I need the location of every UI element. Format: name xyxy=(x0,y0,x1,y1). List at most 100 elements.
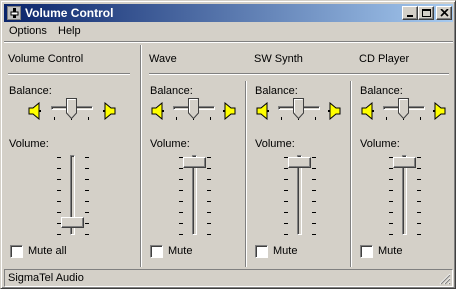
close-icon xyxy=(440,9,449,17)
mute-label[interactable]: Mute xyxy=(273,245,297,257)
window-title: Volume Control xyxy=(25,6,114,20)
volume-tick xyxy=(179,223,183,224)
volume-tick xyxy=(417,168,421,169)
minimize-button[interactable] xyxy=(402,6,418,20)
volume-thumb[interactable] xyxy=(288,157,311,168)
volume-tick xyxy=(85,201,89,202)
master-separator xyxy=(140,45,142,267)
volume-tick xyxy=(417,234,421,235)
volume-slider[interactable] xyxy=(282,155,318,235)
balance-slider[interactable] xyxy=(173,98,215,122)
balance-tick xyxy=(420,117,421,120)
volume-tick xyxy=(284,223,288,224)
title-bar[interactable]: Volume Control xyxy=(4,4,453,22)
balance-thumb[interactable] xyxy=(66,98,77,119)
balance-tick xyxy=(386,117,387,120)
volume-tick xyxy=(312,179,316,180)
volume-tick xyxy=(417,201,421,202)
volume-tick xyxy=(207,168,211,169)
balance-label: Balance: xyxy=(360,85,403,97)
volume-tick xyxy=(57,157,61,158)
balance-label: Balance: xyxy=(255,85,298,97)
volume-tick xyxy=(179,157,183,158)
app-icon[interactable] xyxy=(6,5,22,21)
balance-slider[interactable] xyxy=(383,98,425,122)
volume-tick xyxy=(389,179,393,180)
volume-tick xyxy=(312,201,316,202)
mute-label[interactable]: Mute xyxy=(168,245,192,257)
channel-title-sw-synth: SW Synth xyxy=(254,53,303,65)
menu-options[interactable]: Options xyxy=(9,25,47,37)
volume-tick xyxy=(179,190,183,191)
volume-thumb[interactable] xyxy=(393,157,416,168)
balance-slider[interactable] xyxy=(278,98,320,122)
channel-separator-2 xyxy=(350,81,352,267)
balance-tick xyxy=(210,117,211,120)
menu-help[interactable]: Help xyxy=(58,25,81,37)
channel-title-wave: Wave xyxy=(149,53,177,65)
mute-label[interactable]: Mute xyxy=(378,245,402,257)
volume-slider[interactable] xyxy=(177,155,213,235)
volume-tick xyxy=(312,157,316,158)
volume-tick xyxy=(389,212,393,213)
volume-tick xyxy=(284,234,288,235)
balance-label: Balance: xyxy=(9,85,52,97)
speaker-left-icon xyxy=(28,102,41,120)
volume-tick xyxy=(389,168,393,169)
balance-thumb[interactable] xyxy=(293,98,304,119)
mute-checkbox[interactable] xyxy=(360,245,373,258)
volume-tick xyxy=(284,168,288,169)
menu-separator xyxy=(4,41,453,43)
volume-label: Volume: xyxy=(150,138,190,150)
volume-tick xyxy=(57,234,61,235)
speaker-right-icon xyxy=(433,102,446,120)
balance-tick xyxy=(281,117,282,120)
balance-slider[interactable] xyxy=(51,98,93,122)
volume-tick xyxy=(284,190,288,191)
speaker-right-icon xyxy=(223,102,236,120)
volume-tick xyxy=(207,234,211,235)
volume-slider[interactable] xyxy=(387,155,423,235)
volume-tick xyxy=(417,212,421,213)
status-bar: SigmaTel Audio xyxy=(4,269,453,287)
balance-thumb[interactable] xyxy=(188,98,199,119)
volume-tick xyxy=(284,212,288,213)
volume-tick xyxy=(389,223,393,224)
volume-tick xyxy=(179,212,183,213)
volume-tick xyxy=(85,190,89,191)
resize-grip-icon[interactable] xyxy=(439,273,451,285)
volume-tick xyxy=(57,201,61,202)
volume-slider[interactable] xyxy=(55,155,91,235)
volume-tick xyxy=(85,157,89,158)
volume-thumb[interactable] xyxy=(61,217,84,228)
speaker-left-icon xyxy=(361,102,374,120)
volume-tick xyxy=(85,168,89,169)
volume-control-window: Volume Control Options Help Volume Contr… xyxy=(0,0,456,289)
volume-tick xyxy=(179,201,183,202)
balance-label: Balance: xyxy=(150,85,193,97)
mute-checkbox[interactable] xyxy=(150,245,163,258)
channel-title-volume-control: Volume Control xyxy=(8,53,84,65)
mute-checkbox[interactable] xyxy=(255,245,268,258)
menu-bar: Options Help xyxy=(4,23,453,41)
balance-thumb[interactable] xyxy=(398,98,409,119)
volume-label: Volume: xyxy=(9,138,49,150)
balance-tick xyxy=(54,117,55,120)
volume-tick xyxy=(312,223,316,224)
maximize-button[interactable] xyxy=(418,6,434,20)
balance-tick xyxy=(176,117,177,120)
channel-separator-1 xyxy=(245,81,247,267)
volume-tick xyxy=(57,212,61,213)
mute-all-checkbox[interactable] xyxy=(10,245,23,258)
volume-thumb[interactable] xyxy=(183,157,206,168)
speaker-left-icon xyxy=(256,102,269,120)
volume-label: Volume: xyxy=(360,138,400,150)
volume-tick xyxy=(417,190,421,191)
volume-tick xyxy=(179,179,183,180)
mute-all-label[interactable]: Mute all xyxy=(28,245,67,257)
volume-tick xyxy=(389,234,393,235)
volume-tick xyxy=(417,157,421,158)
close-button[interactable] xyxy=(436,6,452,20)
volume-tick xyxy=(207,201,211,202)
maximize-icon xyxy=(422,9,431,17)
